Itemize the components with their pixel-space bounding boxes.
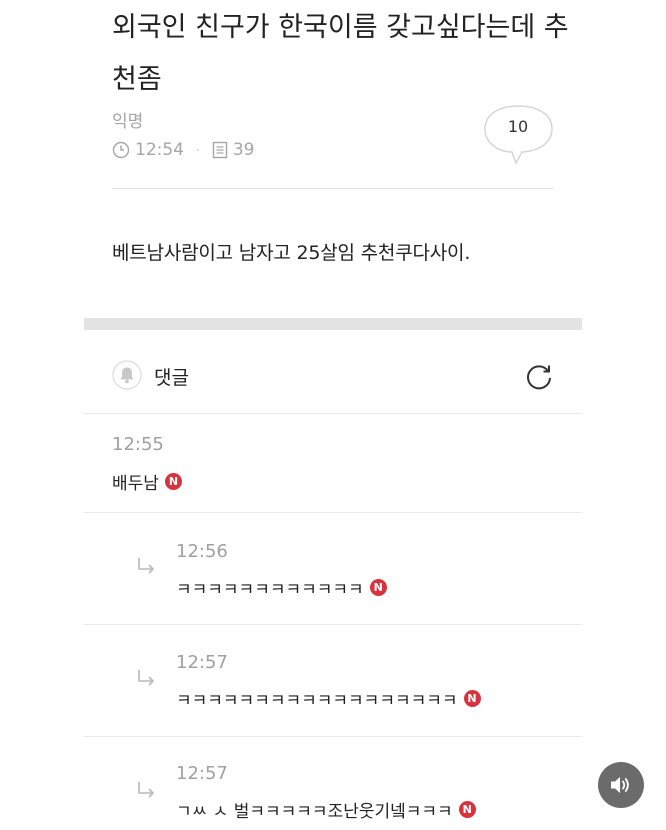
comment-divider [84, 624, 582, 625]
bell-icon[interactable] [112, 360, 142, 390]
new-badge: N [463, 690, 481, 707]
new-badge: N [369, 579, 387, 596]
new-badge: N [458, 801, 476, 818]
comment-text: ㄱㅆ ㅅ 벌ㅋㅋㅋㅋㅋ조난웃기넼ㅋㅋㅋ N [176, 797, 476, 822]
new-badge: N [164, 473, 182, 490]
post-title: 외국인 친구가 한국이름 갖고싶다는데 추천좀 [112, 12, 569, 95]
comment-time: 12:57 [176, 652, 228, 673]
comments-header: 댓글 [84, 330, 582, 414]
comments-title: 댓글 [154, 367, 189, 389]
comment-count-button[interactable]: 10 [482, 102, 556, 166]
comment-time: 12:57 [176, 763, 228, 784]
reply-arrow-icon [136, 780, 158, 802]
speaker-icon [611, 777, 629, 793]
comment-time: 12:55 [112, 434, 164, 455]
audio-toggle-button[interactable] [598, 762, 644, 808]
comment-count: 10 [507, 117, 529, 136]
comment-text: ㅋㅋㅋㅋㅋㅋㅋㅋㅋㅋㅋㅋ N [176, 575, 387, 600]
meta-separator: · [196, 143, 200, 157]
header-divider [112, 188, 554, 189]
clock-icon [112, 141, 130, 159]
comments-divider [84, 413, 582, 414]
post-meta: 12:54 · 39 [112, 138, 254, 162]
comment-body: ㄱㅆ ㅅ 벌ㅋㅋㅋㅋㅋ조난웃기넼ㅋㅋㅋ [176, 802, 453, 822]
comment-divider [84, 512, 582, 513]
post-views: 39 [232, 140, 255, 160]
post-page: 외국인 친구가 한국이름 갖고싶다는데 추천좀 익명 12:54 · 39 10 [0, 0, 666, 830]
section-separator [84, 318, 582, 330]
comment-text: 배두남 N [112, 469, 182, 494]
comment-body: ㅋㅋㅋㅋㅋㅋㅋㅋㅋㅋㅋㅋㅋㅋㅋㅋㅋㅋ [176, 691, 458, 711]
post-body: 베트남사람이고 남자고 25살임 추천쿠다사이. [112, 242, 471, 264]
post-author: 익명 [112, 112, 144, 132]
comment-body: ㅋㅋㅋㅋㅋㅋㅋㅋㅋㅋㅋㅋ [176, 580, 364, 600]
comment-time: 12:56 [176, 541, 228, 562]
comment-text: ㅋㅋㅋㅋㅋㅋㅋㅋㅋㅋㅋㅋㅋㅋㅋㅋㅋㅋ N [176, 686, 481, 711]
refresh-icon[interactable] [523, 361, 555, 393]
reply-arrow-icon [136, 556, 158, 578]
comment-body: 배두남 [112, 474, 159, 494]
comment-divider [84, 736, 582, 737]
reply-arrow-icon [136, 668, 158, 690]
post-time: 12:54 [135, 140, 184, 160]
document-icon [212, 141, 228, 159]
